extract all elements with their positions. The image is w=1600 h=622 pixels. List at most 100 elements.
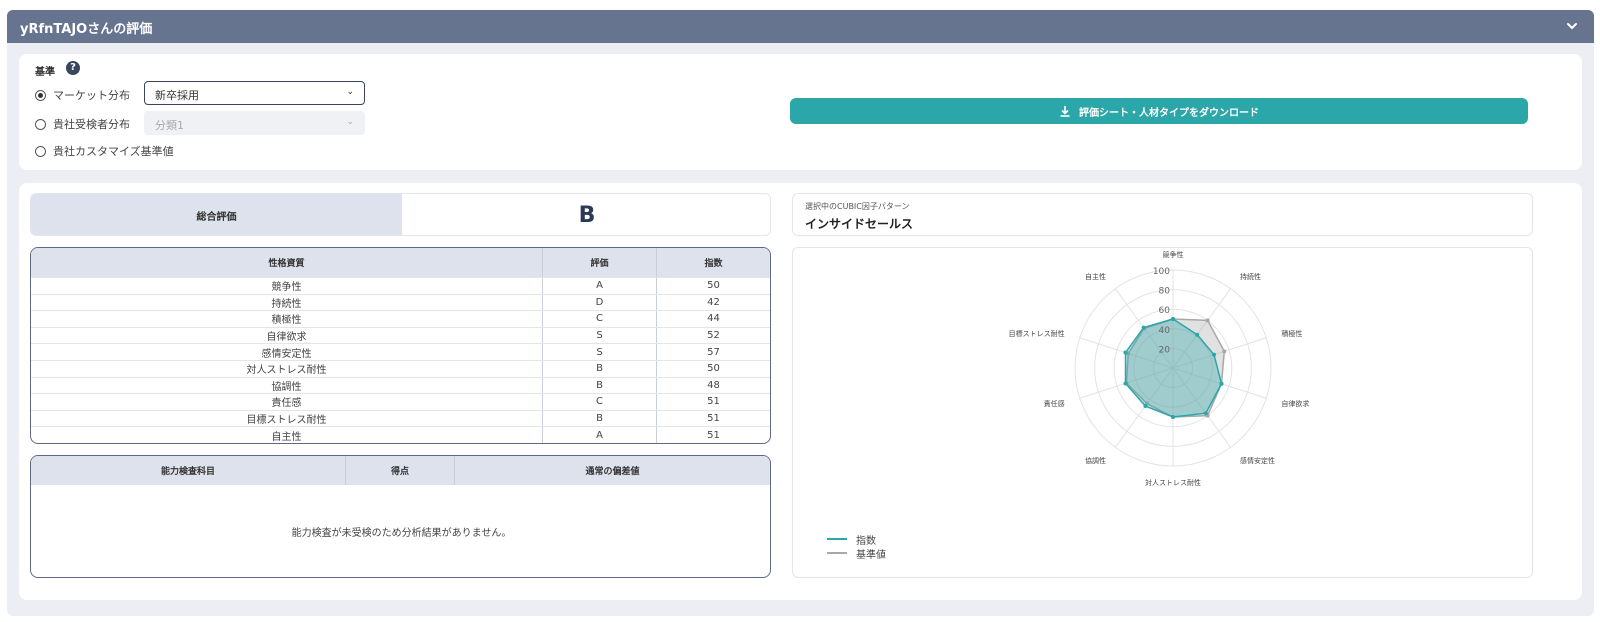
radio-custom-baseline[interactable]: 貴社カスタマイズ基準値 [35,143,174,159]
grade-cell: D [543,294,657,311]
radio-label: 貴社受検者分布 [53,118,130,131]
data-point[interactable] [1203,411,1208,416]
question-circle-icon[interactable]: ? [66,61,80,75]
cubic-pattern: 選択中のCUBIC因子パターン インサイドセールス [792,193,1533,236]
axis-label: 自律欲求 [1281,399,1309,408]
legend-swatch [827,538,847,540]
index-cell: 57 [707,346,720,358]
grade-cell: A [543,427,657,443]
chevron-down-icon: ⌄ [346,117,354,127]
tick-label: 40 [1159,326,1171,336]
download-button[interactable]: 評価シート・人材タイプをダウンロード [790,98,1528,124]
pattern-name: インサイドセールス [805,217,914,231]
chevron-down-icon[interactable] [1564,18,1580,34]
axis-label: 感情安定性 [1240,456,1275,465]
radio-label: 貴社カスタマイズ基準値 [53,145,174,158]
select-value: 新卒採用 [155,89,199,102]
grade-cell: C [543,311,657,327]
radio-company-distribution[interactable]: 貴社受検者分布 [35,116,130,132]
ability-table: 能力検査科目 得点 通常の偏差値 能力検査が未受検のため分析結果がありません。 [30,455,771,578]
axis-label: 責任感 [1044,399,1065,408]
index-cell: 51 [707,413,720,425]
data-point[interactable] [1143,404,1148,409]
index-cell: 52 [707,330,720,342]
trait-cell: 競争性 [31,278,543,294]
legend-item-baseline[interactable]: 基準値 [827,546,886,561]
table-row: 持続性 D 42 [31,293,770,311]
header-subject: 能力検査科目 [31,456,346,485]
trait-cell: 責任感 [31,394,543,410]
index-cell: 50 [707,280,720,292]
axis-label: 持続性 [1240,272,1261,281]
index-cell: 50 [707,363,720,375]
data-point[interactable] [1123,381,1128,386]
grade-cell: A [543,278,657,294]
table-header: 能力検査科目 得点 通常の偏差値 [31,456,770,485]
trait-table: 性格資質 評価 指数 競争性 A 50 持続性 D 42 積極性 C 44 自律欲求 S 52 感情安定… [30,247,771,444]
criteria-card: 基準 ? マーケット分布 新卒採用 ⌄ 貴社受検者分布 分類1 ⌄ 貴社カスタマ… [19,54,1582,170]
legend-swatch [827,552,847,554]
index-cell: 48 [707,379,720,391]
overall-label: 総合評価 [31,194,402,235]
header-grade: 評価 [543,248,657,277]
download-label: 評価シート・人材タイプをダウンロード [1079,107,1259,119]
index-cell: 42 [707,296,720,308]
data-point[interactable] [1205,318,1210,323]
company-distribution-select: 分類1 ⌄ [144,111,365,135]
axis-label: 自主性 [1085,272,1106,281]
evaluation-panel: yRfnTAJOさんの評価 基準 ? マーケット分布 新卒採用 ⌄ 貴社受検者分… [7,10,1594,616]
header-score: 得点 [346,456,455,485]
table-row: 積極性 C 44 [31,310,770,327]
radio-button[interactable] [35,118,46,130]
grade-cell: B [543,410,657,427]
data-point[interactable] [1219,381,1224,386]
table-header: 性格資質 評価 指数 [31,248,770,277]
trait-cell: 持続性 [31,294,543,311]
data-point[interactable] [1141,325,1146,330]
table-row: 自律欲求 S 52 [31,326,770,344]
axis-label: 対人ストレス耐性 [1145,478,1201,487]
pattern-sublabel: 選択中のCUBIC因子パターン [805,202,910,211]
criteria-label: 基準 [35,67,55,78]
legend-item-index[interactable]: 指数 [827,532,886,547]
header-trait: 性格資質 [31,248,543,277]
axis-label: 積極性 [1281,329,1302,338]
radio-button[interactable] [35,145,46,157]
table-row: 責任感 C 51 [31,393,770,410]
trait-cell: 目標ストレス耐性 [31,410,543,427]
grade-cell: S [543,344,657,360]
header-deviation: 通常の偏差値 [585,467,640,477]
grade-cell: B [543,377,657,394]
table-row: 目標ストレス耐性 B 51 [31,409,770,427]
data-point[interactable] [1171,415,1175,419]
panel-header[interactable]: yRfnTAJOさんの評価 [7,10,1594,43]
data-point[interactable] [1195,332,1200,337]
radio-market-distribution[interactable]: マーケット分布 [35,87,130,103]
data-point[interactable] [1222,349,1227,354]
market-distribution-select[interactable]: 新卒採用 ⌄ [144,81,365,105]
download-icon [1060,106,1070,117]
empty-message: 能力検査が未受検のため分析結果がありません。 [291,528,512,539]
select-value: 分類1 [155,119,184,132]
chevron-down-icon: ⌄ [346,87,354,97]
table-row: 競争性 A 50 [31,277,770,294]
data-point[interactable] [1171,317,1175,321]
data-point[interactable] [1123,350,1128,355]
data-point[interactable] [1212,352,1217,357]
table-row: 自主性 A 51 [31,426,770,443]
index-cell: 51 [707,396,720,408]
radio-button[interactable] [35,89,46,101]
radar-chart: 20 40 60 80 100 競争性持続性積極性自律欲求感情安定性対人ストレス耐性 協調性… [1009,250,1310,487]
table-row: 協調性 B 48 [31,376,770,394]
table-row: 対人ストレス耐性 B 50 [31,359,770,377]
table-row: 感情安定性 S 57 [31,343,770,360]
legend-label: 指数 [856,535,876,547]
index-cell: 44 [707,313,720,325]
overall-evaluation: 総合評価 B [30,193,771,236]
axis-label: 協調性 [1085,456,1106,465]
trait-cell: 自律欲求 [31,327,543,344]
trait-cell: 感情安定性 [31,344,543,360]
header-index: 指数 [704,259,723,269]
trait-cell: 対人ストレス耐性 [31,360,543,377]
trait-cell: 自主性 [31,427,543,443]
